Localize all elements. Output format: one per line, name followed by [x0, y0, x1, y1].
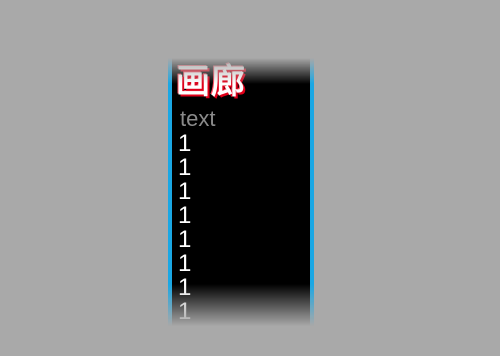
list-item: 1	[178, 250, 192, 277]
panel-edge-right	[310, 58, 314, 330]
panel-subtitle: text	[180, 106, 216, 131]
list-item: 1	[178, 130, 192, 157]
digit-list: 1 1 1 1 1 1 1 1 1 1	[178, 130, 192, 331]
list-item: 1	[178, 324, 191, 331]
list-item: 1	[178, 202, 192, 229]
scroll-panel[interactable]: 画廊 text 1 1 1 1 1 1 1 1 1 1	[168, 58, 314, 330]
list-item: 1	[178, 178, 192, 205]
list-item: 1	[178, 274, 192, 301]
list-item: 1	[178, 226, 192, 253]
list-item: 1	[178, 154, 192, 181]
panel-title: 画廊	[176, 62, 246, 102]
panel-edge-left	[168, 58, 172, 330]
list-item: 1	[178, 298, 192, 325]
